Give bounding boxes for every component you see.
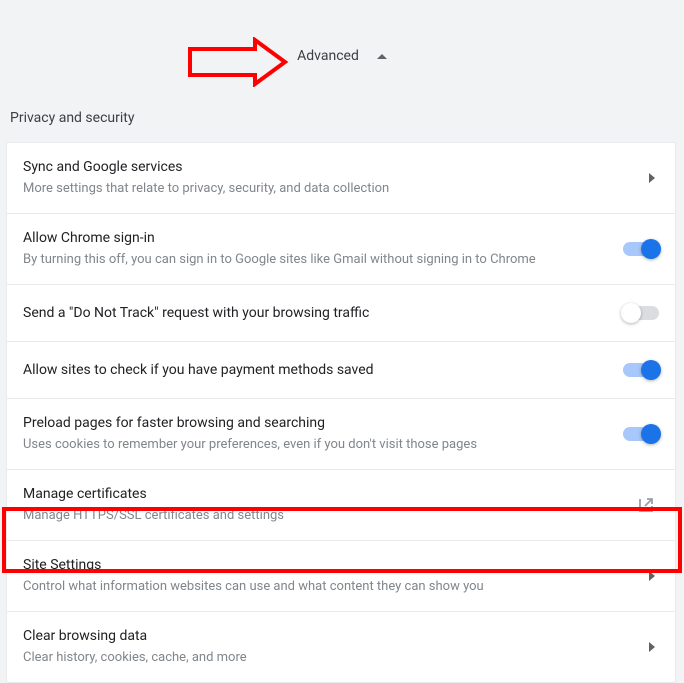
external-link-icon bbox=[637, 496, 655, 514]
item-title: Sync and Google services bbox=[23, 157, 629, 177]
toggle-switch[interactable] bbox=[623, 427, 659, 441]
item-text: Preload pages for faster browsing and se… bbox=[23, 413, 623, 455]
item-title: Clear browsing data bbox=[23, 626, 629, 646]
chevron-right-icon bbox=[649, 571, 655, 581]
item-subtitle: Clear history, cookies, cache, and more bbox=[23, 648, 629, 668]
item-subtitle: Control what information websites can us… bbox=[23, 577, 629, 597]
advanced-label: Advanced bbox=[297, 48, 359, 64]
item-title: Manage certificates bbox=[23, 484, 617, 504]
item-text: Clear browsing data Clear history, cooki… bbox=[23, 626, 649, 668]
chevron-up-icon bbox=[377, 54, 387, 59]
item-text: Sync and Google services More settings t… bbox=[23, 157, 649, 199]
item-subtitle: By turning this off, you can sign in to … bbox=[23, 250, 603, 270]
item-text: Allow Chrome sign-in By turning this off… bbox=[23, 228, 623, 270]
item-title: Preload pages for faster browsing and se… bbox=[23, 413, 603, 433]
sync-google-services-item[interactable]: Sync and Google services More settings t… bbox=[7, 143, 675, 214]
advanced-header[interactable]: Advanced bbox=[0, 0, 684, 92]
item-text: Allow sites to check if you have payment… bbox=[23, 360, 623, 380]
item-title: Site Settings bbox=[23, 555, 629, 575]
toggle-switch[interactable] bbox=[623, 306, 659, 320]
toggle-switch[interactable] bbox=[623, 242, 659, 256]
manage-certificates-item[interactable]: Manage certificates Manage HTTPS/SSL cer… bbox=[7, 470, 675, 541]
red-arrow-annotation bbox=[185, 37, 290, 87]
item-text: Manage certificates Manage HTTPS/SSL cer… bbox=[23, 484, 637, 526]
item-title: Send a "Do Not Track" request with your … bbox=[23, 303, 603, 323]
chevron-right-icon bbox=[649, 642, 655, 652]
allow-chrome-signin-item[interactable]: Allow Chrome sign-in By turning this off… bbox=[7, 214, 675, 285]
item-subtitle: Uses cookies to remember your preference… bbox=[23, 435, 603, 455]
item-title: Allow Chrome sign-in bbox=[23, 228, 603, 248]
preload-pages-item[interactable]: Preload pages for faster browsing and se… bbox=[7, 399, 675, 470]
item-text: Send a "Do Not Track" request with your … bbox=[23, 303, 623, 323]
item-text: Site Settings Control what information w… bbox=[23, 555, 649, 597]
site-settings-item[interactable]: Site Settings Control what information w… bbox=[7, 541, 675, 612]
payment-methods-item[interactable]: Allow sites to check if you have payment… bbox=[7, 342, 675, 399]
toggle-switch[interactable] bbox=[623, 363, 659, 377]
section-header: Privacy and security bbox=[0, 100, 684, 136]
do-not-track-item[interactable]: Send a "Do Not Track" request with your … bbox=[7, 285, 675, 342]
clear-browsing-data-item[interactable]: Clear browsing data Clear history, cooki… bbox=[7, 612, 675, 682]
item-subtitle: Manage HTTPS/SSL certificates and settin… bbox=[23, 506, 617, 526]
item-subtitle: More settings that relate to privacy, se… bbox=[23, 179, 629, 199]
chevron-right-icon bbox=[649, 173, 655, 183]
item-title: Allow sites to check if you have payment… bbox=[23, 360, 603, 380]
settings-list: Sync and Google services More settings t… bbox=[6, 142, 676, 683]
